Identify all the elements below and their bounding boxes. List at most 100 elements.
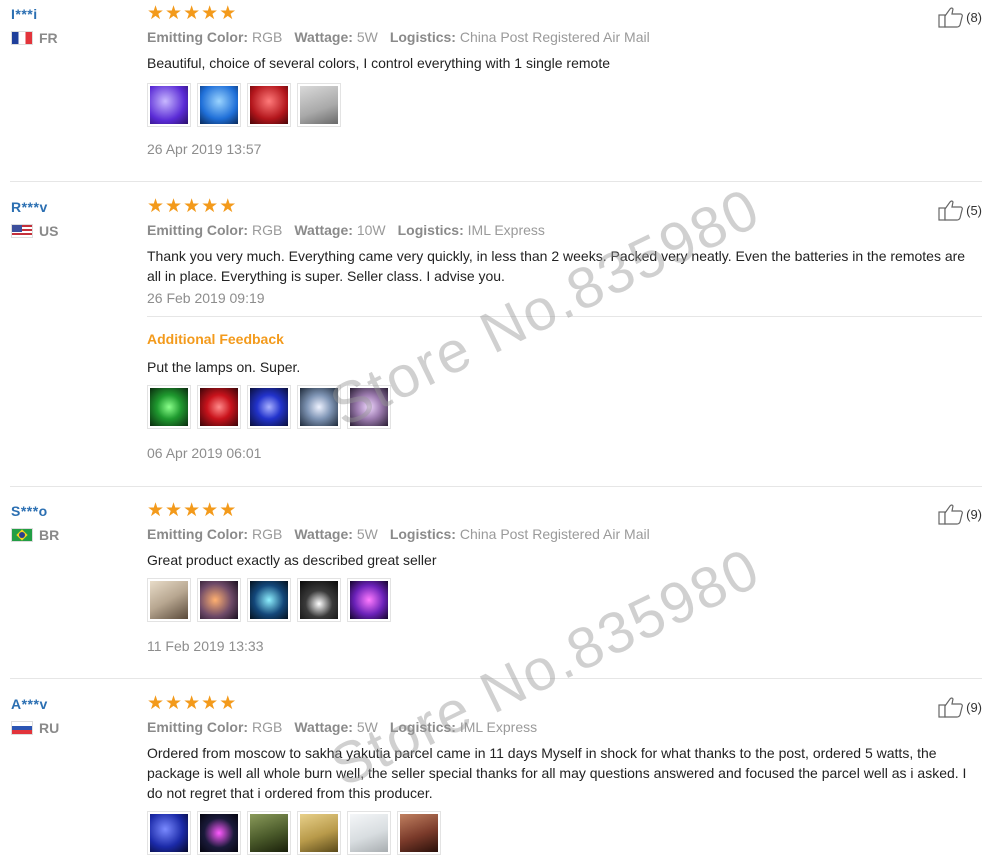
helpful-count: (9) bbox=[966, 506, 982, 522]
review-divider bbox=[10, 678, 982, 679]
wattage-value: 10W bbox=[356, 222, 386, 238]
star-icon: ★ bbox=[183, 3, 201, 24]
helpful-button[interactable]: (5) bbox=[938, 199, 982, 221]
star-icon: ★ bbox=[219, 3, 237, 24]
review-date: 26 Feb 2019 09:19 bbox=[147, 290, 265, 306]
emitting-color-value: RGB bbox=[252, 719, 283, 735]
review-photo[interactable] bbox=[197, 83, 241, 127]
flag-fr-icon bbox=[11, 31, 33, 45]
reviewer-country: FR bbox=[11, 30, 58, 46]
star-icon: ★ bbox=[183, 500, 201, 521]
reviewer-info: R***v US bbox=[11, 199, 58, 239]
review-photo[interactable] bbox=[297, 811, 341, 855]
logistics-value: China Post Registered Air Mail bbox=[459, 29, 650, 45]
review-photo[interactable] bbox=[247, 811, 291, 855]
thumbs-up-icon bbox=[938, 7, 964, 28]
review-photo[interactable] bbox=[147, 385, 191, 429]
reviewer-name[interactable]: R***v bbox=[11, 199, 58, 215]
review-text: Ordered from moscow to sakha yakutia par… bbox=[147, 745, 967, 801]
country-code: US bbox=[39, 223, 59, 239]
star-icon: ★ bbox=[165, 693, 183, 714]
reviewer-country: US bbox=[11, 223, 58, 239]
product-attributes: Emitting Color: RGB Wattage: 5W Logistics:… bbox=[147, 719, 982, 735]
wattage-label: Wattage: bbox=[294, 526, 353, 542]
review-date: 26 Apr 2019 13:57 bbox=[147, 141, 262, 157]
helpful-count: (9) bbox=[966, 699, 982, 715]
logistics-label: Logistics: bbox=[389, 526, 456, 542]
review-photo[interactable] bbox=[397, 811, 441, 855]
thumbs-up-icon bbox=[938, 504, 964, 525]
emitting-color-value: RGB bbox=[252, 29, 283, 45]
review-photo[interactable] bbox=[347, 578, 391, 622]
review-text: Beautiful, choice of several colors, I c… bbox=[147, 55, 611, 71]
review-photo[interactable] bbox=[247, 578, 291, 622]
star-icon: ★ bbox=[183, 196, 201, 217]
review-content: ★ ★ ★ ★ ★ Emitting Color: RGB Wattage: 5W Logi… bbox=[147, 500, 982, 654]
emitting-color-label: Emitting Color: bbox=[147, 29, 249, 45]
review-photo[interactable] bbox=[297, 385, 341, 429]
wattage-value: 5W bbox=[356, 29, 378, 45]
emitting-color-label: Emitting Color: bbox=[147, 222, 249, 238]
review-photo[interactable] bbox=[147, 578, 191, 622]
review-photo[interactable] bbox=[147, 83, 191, 127]
reviewer-name[interactable]: I***i bbox=[11, 6, 58, 22]
wattage-label: Wattage: bbox=[294, 29, 353, 45]
additional-feedback-text: Put the lamps on. Super. bbox=[147, 359, 301, 375]
reviewer-country: RU bbox=[11, 720, 59, 736]
helpful-button[interactable]: (9) bbox=[938, 503, 982, 525]
logistics-value: IML Express bbox=[459, 719, 538, 735]
review-photo[interactable] bbox=[347, 811, 391, 855]
reviewer-country: BR bbox=[11, 527, 59, 543]
country-code: BR bbox=[39, 527, 60, 543]
thumbs-up-icon bbox=[938, 697, 964, 718]
reviewer-name[interactable]: A***v bbox=[11, 696, 59, 712]
wattage-value: 5W bbox=[356, 719, 378, 735]
logistics-value: IML Express bbox=[467, 222, 545, 238]
review-photo[interactable] bbox=[347, 385, 391, 429]
review-divider bbox=[10, 486, 982, 487]
star-icon: ★ bbox=[165, 500, 183, 521]
review-photo[interactable] bbox=[247, 83, 291, 127]
review-photo[interactable] bbox=[197, 578, 241, 622]
reviewer-name[interactable]: S***o bbox=[11, 503, 59, 519]
helpful-count: (5) bbox=[966, 202, 982, 218]
helpful-button[interactable]: (8) bbox=[938, 6, 982, 28]
review-content: ★ ★ ★ ★ ★ Emitting Color: RGB Wattage: 5W Logi… bbox=[147, 3, 982, 157]
review-photo[interactable] bbox=[297, 83, 341, 127]
review-photos bbox=[147, 578, 982, 622]
flag-ru-icon bbox=[11, 721, 33, 735]
star-rating: ★ ★ ★ ★ ★ bbox=[147, 3, 982, 24]
logistics-label: Logistics: bbox=[389, 719, 456, 735]
review-photo[interactable] bbox=[197, 811, 241, 855]
review-photos bbox=[147, 811, 982, 855]
reviewer-info: S***o BR bbox=[11, 503, 59, 543]
review-photo[interactable] bbox=[197, 385, 241, 429]
flag-br-icon bbox=[11, 528, 33, 542]
review-date: 11 Feb 2019 13:33 bbox=[147, 638, 264, 654]
logistics-label: Logistics: bbox=[397, 222, 464, 238]
emitting-color-value: RGB bbox=[252, 526, 283, 542]
review-text: Thank you very much. Everything came ver… bbox=[147, 248, 966, 284]
review-photo[interactable] bbox=[147, 811, 191, 855]
review-content: ★ ★ ★ ★ ★ Emitting Color: RGB Wattage: 5W Logi… bbox=[147, 693, 982, 855]
emitting-color-value: RGB bbox=[252, 222, 283, 238]
additional-divider bbox=[147, 316, 982, 317]
review-content: ★ ★ ★ ★ ★ Emitting Color: RGB Wattage: 10W Log… bbox=[147, 196, 982, 461]
review-photo[interactable] bbox=[247, 385, 291, 429]
flag-us-icon bbox=[11, 224, 33, 238]
product-attributes: Emitting Color: RGB Wattage: 5W Logistics:… bbox=[147, 526, 982, 542]
star-icon: ★ bbox=[165, 3, 183, 24]
country-code: FR bbox=[39, 30, 58, 46]
logistics-value: China Post Registered Air Mail bbox=[459, 526, 650, 542]
star-icon: ★ bbox=[201, 196, 219, 217]
star-icon: ★ bbox=[219, 500, 237, 521]
star-rating: ★ ★ ★ ★ ★ bbox=[147, 693, 982, 714]
emitting-color-label: Emitting Color: bbox=[147, 526, 249, 542]
review-photo[interactable] bbox=[297, 578, 341, 622]
star-icon: ★ bbox=[147, 3, 165, 24]
logistics-label: Logistics: bbox=[389, 29, 456, 45]
star-rating: ★ ★ ★ ★ ★ bbox=[147, 500, 982, 521]
star-icon: ★ bbox=[165, 196, 183, 217]
helpful-button[interactable]: (9) bbox=[938, 696, 982, 718]
reviewer-info: I***i FR bbox=[11, 6, 58, 46]
